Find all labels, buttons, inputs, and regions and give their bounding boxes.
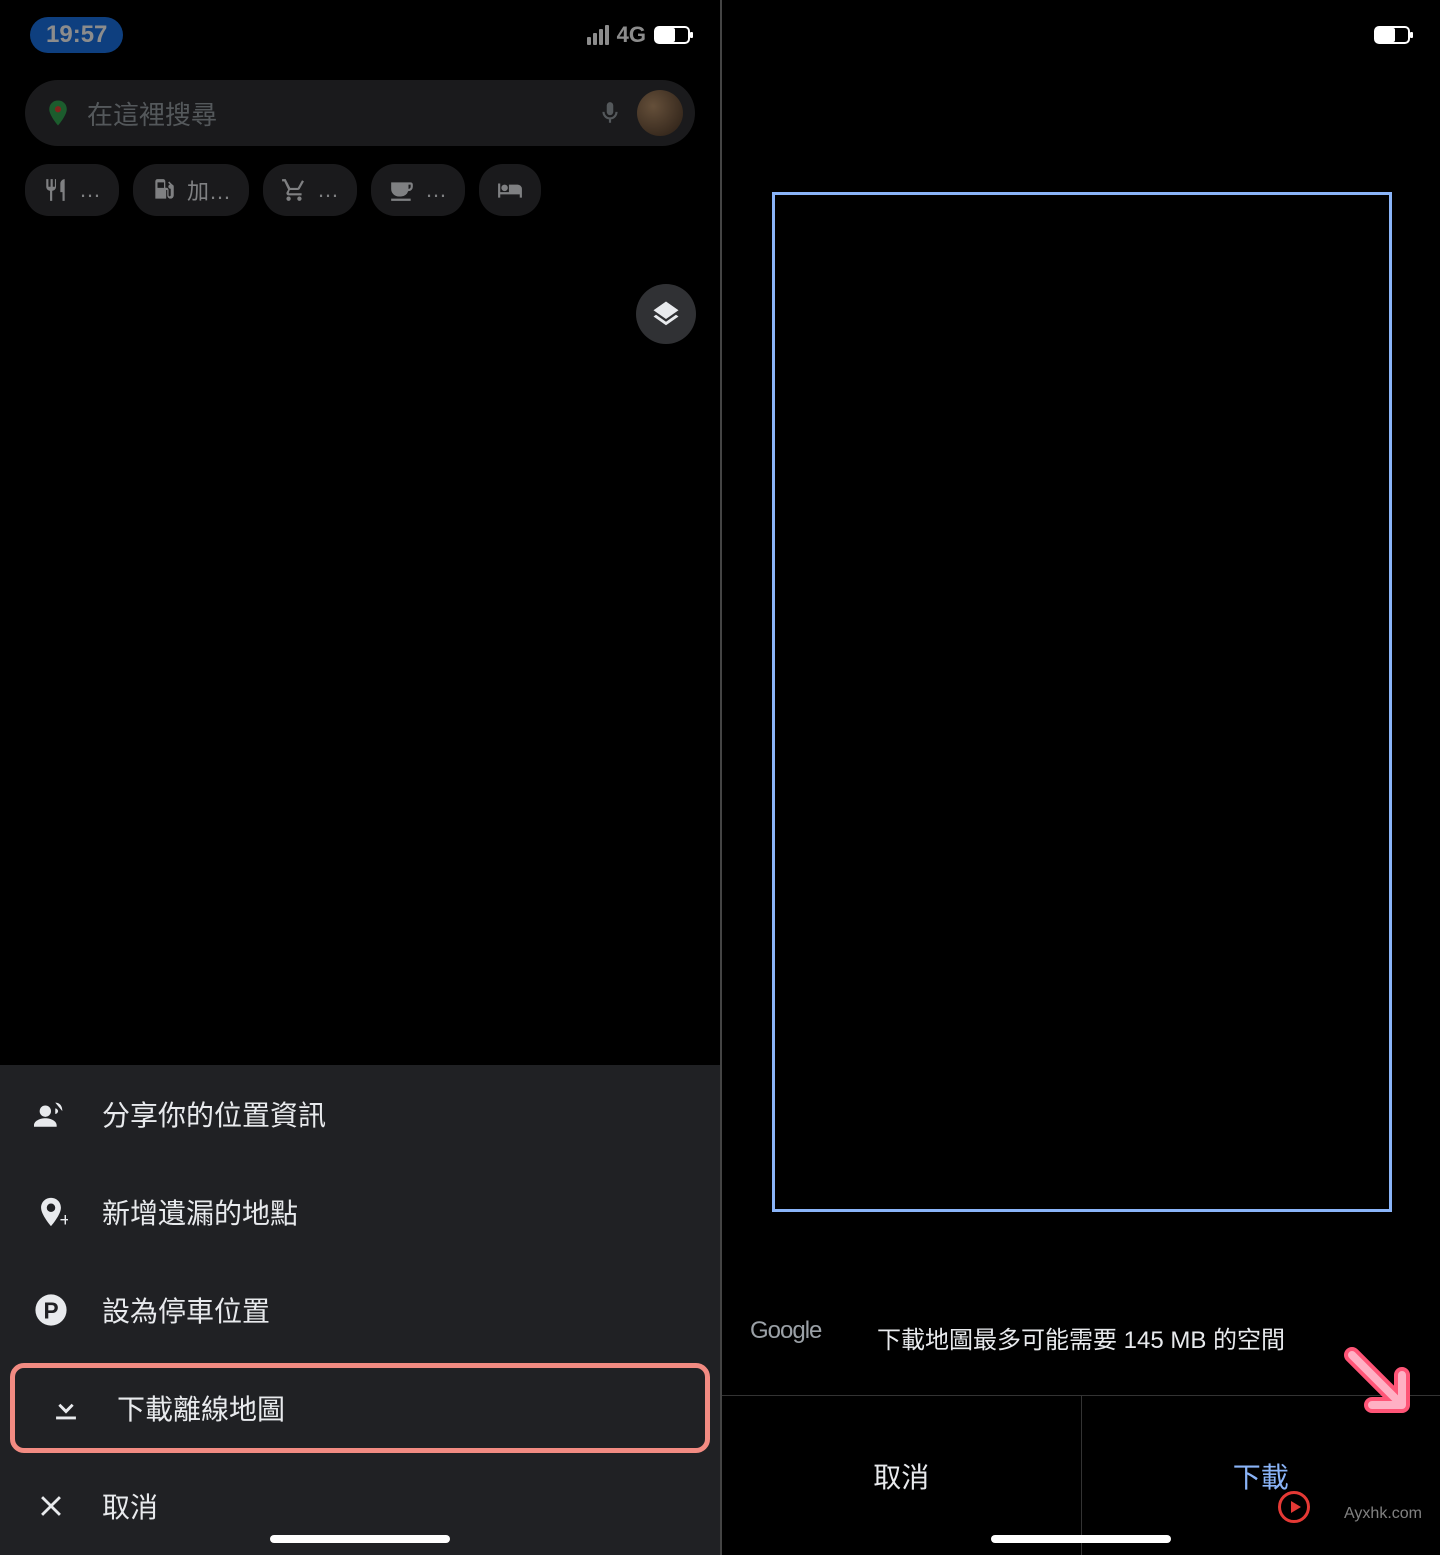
sheet-label: 下載離線地圖 — [117, 1388, 285, 1428]
svg-text:+: + — [60, 1209, 69, 1229]
sheet-item-add-place[interactable]: + 新增遺漏的地點 — [0, 1163, 720, 1261]
sheet-item-download-offline[interactable]: 下載離線地圖 — [10, 1363, 710, 1453]
sheet-label: 取消 — [102, 1486, 158, 1526]
home-indicator[interactable] — [270, 1535, 450, 1543]
right-screenshot: 基隆市 新北 新北市 桃園市 桃園 礁 宜蘭縣 2 1 1 1 3 3 5 P … — [720, 0, 1440, 1555]
share-location-icon — [34, 1097, 68, 1131]
layers-icon — [651, 299, 681, 329]
sheet-label: 分享你的位置資訊 — [102, 1094, 326, 1134]
layers-button[interactable] — [636, 284, 696, 344]
sheet-label: 設為停車位置 — [102, 1290, 270, 1330]
dim-right — [1390, 192, 1440, 1212]
battery-icon — [1374, 26, 1410, 44]
action-sheet: 分享你的位置資訊 + 新增遺漏的地點 P 設為停車位置 下載離線地圖 取消 — [0, 1065, 720, 1555]
dim-top — [722, 145, 1440, 192]
cancel-button[interactable]: 取消 — [722, 1396, 1081, 1555]
download-selection-rect[interactable] — [772, 192, 1392, 1212]
watermark-text: Ayxhk.com — [1344, 1505, 1422, 1523]
annotation-arrow-icon — [1332, 1335, 1432, 1435]
left-screenshot: 基隆市 新北 新北市 桃園市 桃園 2 1 1 1 3 3 5 P 你的車停在這… — [0, 0, 720, 1555]
battery-icon — [654, 26, 690, 44]
add-place-icon: + — [34, 1195, 68, 1229]
svg-text:P: P — [43, 1298, 58, 1324]
sheet-label: 新增遺漏的地點 — [102, 1192, 298, 1232]
home-indicator[interactable] — [991, 1535, 1171, 1543]
sheet-item-share-location[interactable]: 分享你的位置資訊 — [0, 1065, 720, 1163]
close-icon — [34, 1489, 68, 1523]
sheet-item-set-parking[interactable]: P 設為停車位置 — [0, 1261, 720, 1359]
parking-icon: P — [34, 1293, 68, 1327]
dim-left — [722, 192, 772, 1212]
watermark-logo-icon — [1278, 1491, 1310, 1523]
download-icon — [49, 1391, 83, 1425]
